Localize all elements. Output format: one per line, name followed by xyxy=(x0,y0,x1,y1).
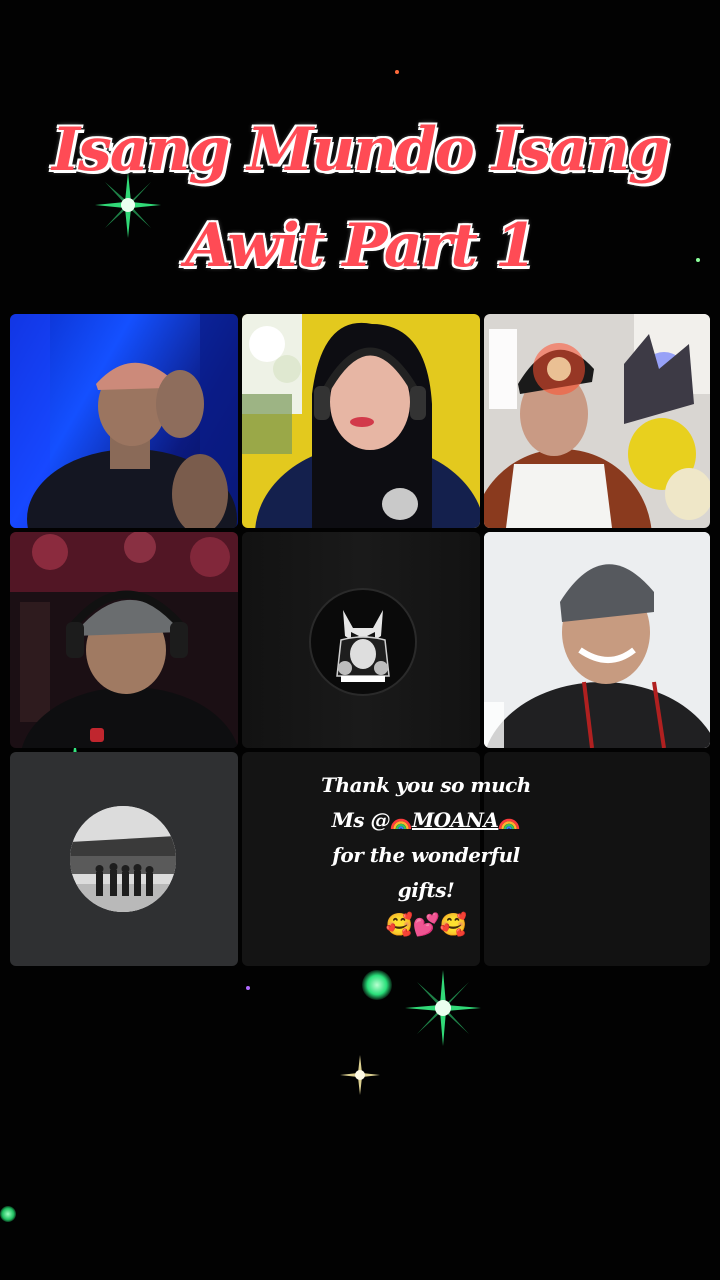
group-photo-avatar xyxy=(70,806,176,912)
message-line2: Ms @ MOANA xyxy=(290,803,562,838)
participant-tile-3[interactable] xyxy=(484,314,710,528)
message-emoji: 🥰💕🥰 xyxy=(385,912,467,938)
sparkle-dot xyxy=(362,970,392,1000)
sparkle-dot xyxy=(0,1206,16,1222)
participant-tile-4[interactable] xyxy=(10,532,238,748)
participant-tile-6[interactable] xyxy=(484,532,710,748)
mentioned-user[interactable]: MOANA xyxy=(412,808,499,832)
singer-video-icon xyxy=(484,532,710,748)
stream-title: Isang Mundo Isang Awit Part 1 xyxy=(0,102,720,294)
participant-tile-1[interactable] xyxy=(10,314,238,528)
participant-tile-7[interactable] xyxy=(10,752,238,966)
message-line1: Thank you so much xyxy=(321,773,531,797)
singer-video-icon xyxy=(10,532,238,748)
sparkle-icon xyxy=(405,970,481,1046)
participant-tile-2[interactable] xyxy=(242,314,480,528)
sparkle-dot xyxy=(246,986,250,990)
thank-you-message: Thank you so much Ms @ MOANA for the wond… xyxy=(290,768,562,943)
fox-mask-avatar xyxy=(309,588,417,696)
message-line4: gifts! xyxy=(397,878,455,902)
sparkle-dot xyxy=(395,70,399,74)
message-line3: for the wonderful xyxy=(332,843,520,867)
rainbow-icon xyxy=(499,818,520,829)
group-photo-icon xyxy=(70,806,176,912)
sparkle-icon xyxy=(340,1055,380,1095)
singer-video-icon xyxy=(242,314,480,528)
host-video-icon xyxy=(10,314,238,528)
message-prefix: Ms @ xyxy=(331,808,391,832)
stream-title-line2: Awit Part 1 xyxy=(185,211,537,281)
participant-tile-5[interactable] xyxy=(242,532,480,748)
rainbow-icon xyxy=(390,818,412,829)
stream-title-line1: Isang Mundo Isang xyxy=(51,115,670,185)
singer-video-icon xyxy=(484,314,710,528)
fox-mask-icon xyxy=(336,610,390,682)
